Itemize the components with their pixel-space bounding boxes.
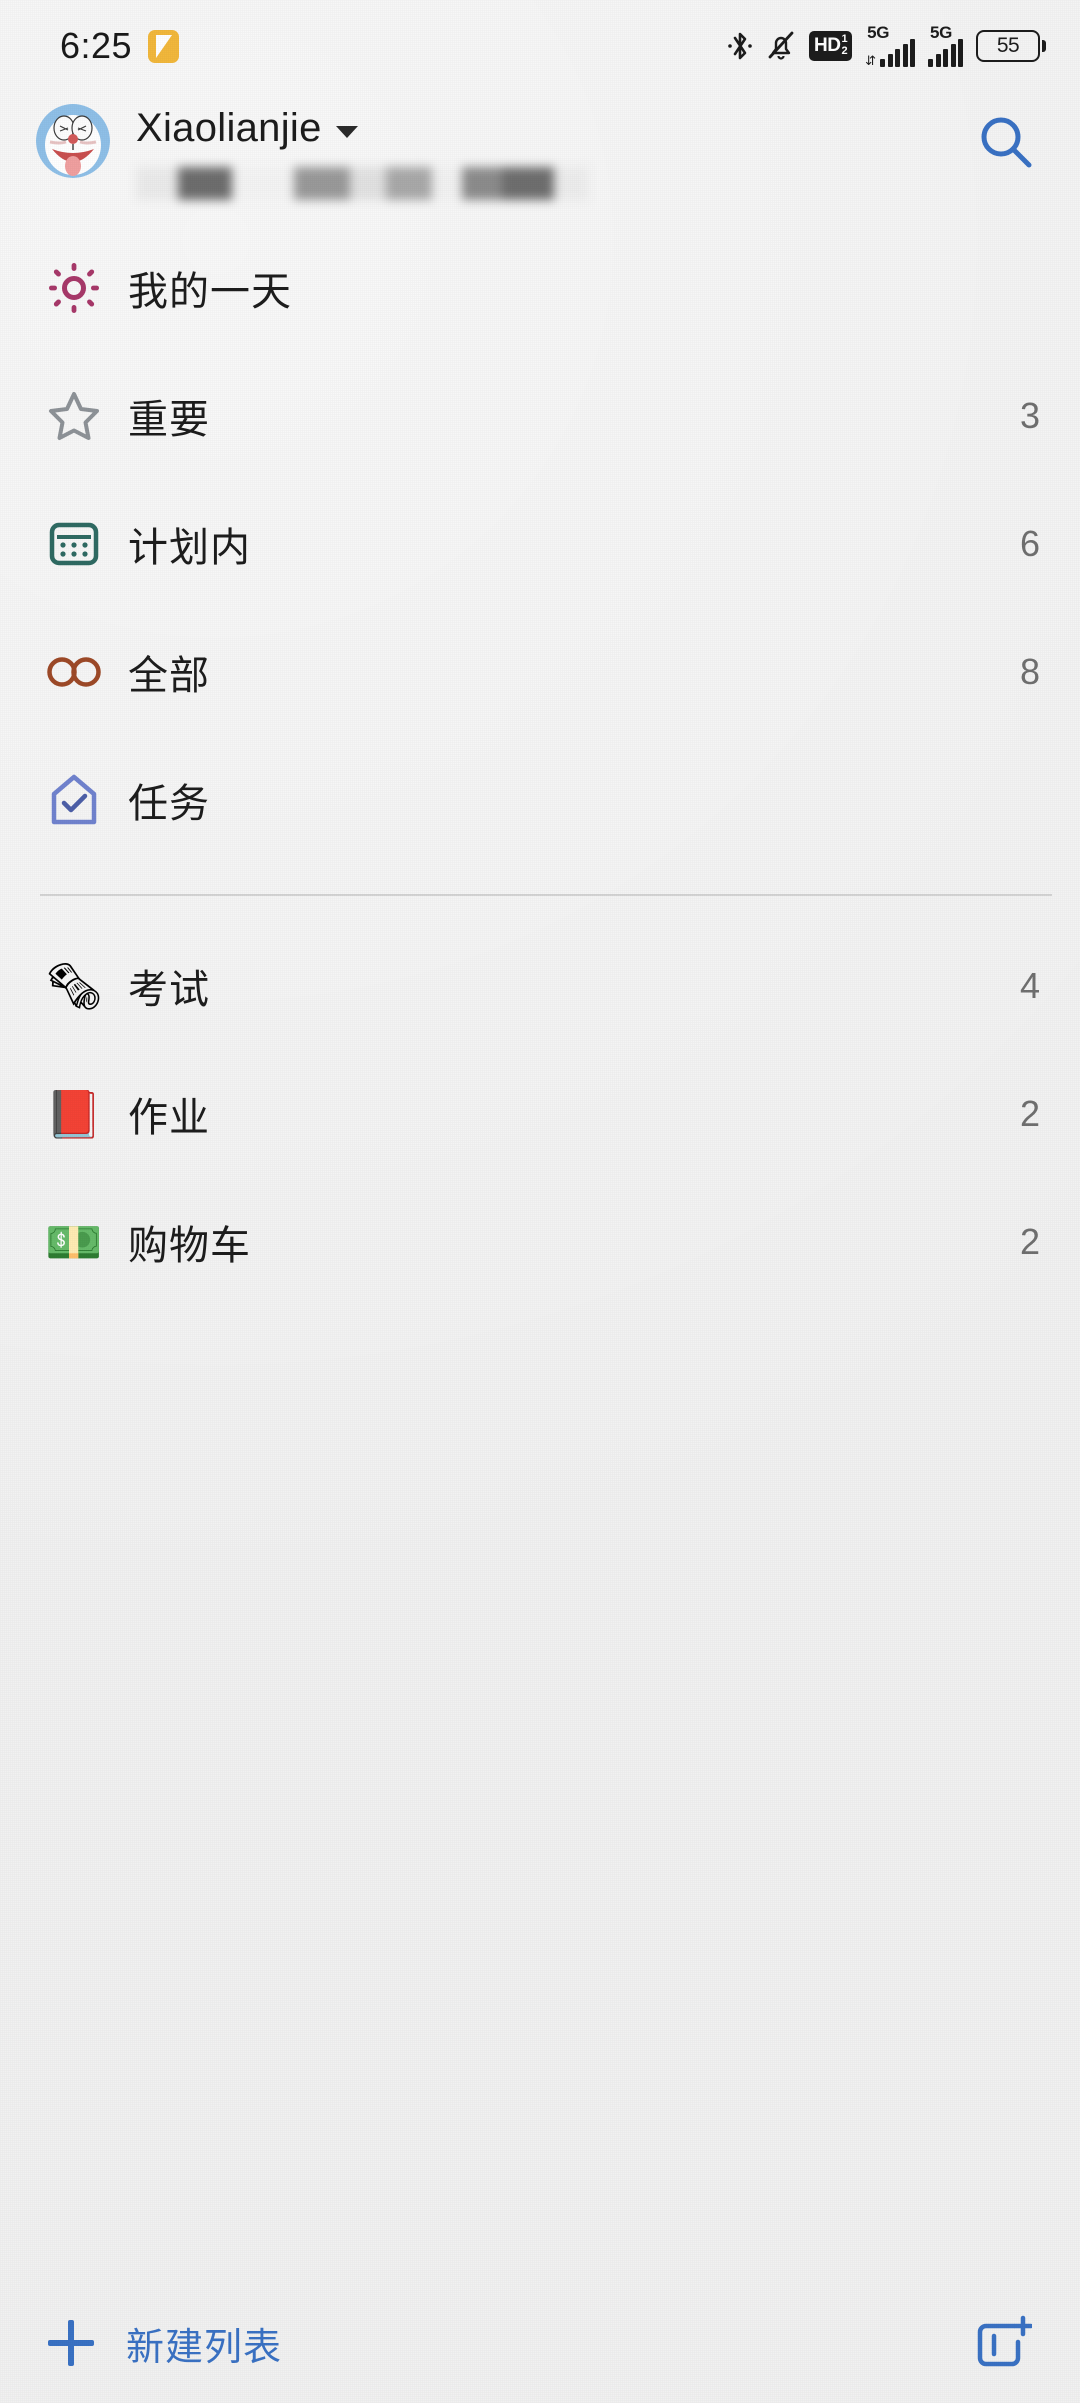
list-item-important[interactable]: 重要 3 bbox=[0, 352, 1080, 480]
avatar[interactable] bbox=[36, 104, 110, 178]
list-item-label: 重要 bbox=[128, 398, 210, 442]
list-item-all[interactable]: 全部 8 bbox=[0, 608, 1080, 736]
list-item-label: 我的一天 bbox=[128, 270, 292, 314]
infinity-icon bbox=[38, 652, 110, 692]
signal-5g-icon-1: 5G ⇵ bbox=[865, 23, 915, 68]
list-item-count: 4 bbox=[1019, 965, 1040, 1006]
status-bar: 6:25 HD 1 2 5G ⇵ 5G 55 bbox=[0, 0, 1080, 92]
banknote-emoji-icon: 💵 bbox=[45, 1216, 103, 1268]
calendar-icon bbox=[38, 518, 110, 570]
list-item-count: 2 bbox=[1019, 1093, 1040, 1134]
list-item-label: 计划内 bbox=[128, 526, 251, 570]
battery-nub bbox=[1042, 40, 1046, 52]
new-group-button[interactable] bbox=[966, 2308, 1036, 2378]
status-bar-right: HD 1 2 5G ⇵ 5G 55 bbox=[727, 23, 1046, 68]
network-label-1: 5G bbox=[867, 23, 890, 42]
data-arrows-icon: ⇵ bbox=[865, 53, 876, 68]
list-item-label: 任务 bbox=[128, 782, 210, 826]
list-item-label: 作业 bbox=[128, 1096, 210, 1140]
hd-sub: 2 bbox=[841, 45, 848, 57]
bluetooth-icon bbox=[728, 32, 752, 60]
battery-icon: 55 bbox=[976, 30, 1046, 62]
list-item-label: 考试 bbox=[128, 968, 210, 1012]
bottom-bar: 新建列表 bbox=[0, 2283, 1080, 2403]
list-container: 我的一天 重要 3 计划内 6 全部 8 任务 🗞 考试 4 📕 作业 2 💵 … bbox=[0, 210, 1080, 2283]
hd-voice-icon: HD 1 2 bbox=[809, 31, 853, 61]
status-clock: 6:25 bbox=[60, 25, 133, 66]
list-item-planned[interactable]: 计划内 6 bbox=[0, 480, 1080, 608]
account-name: Xiaolianjie bbox=[136, 106, 322, 150]
account-email-redacted bbox=[136, 167, 968, 200]
list-item-exam[interactable]: 🗞 考试 4 bbox=[0, 922, 1080, 1050]
list-item-tasks[interactable]: 任务 bbox=[0, 736, 1080, 864]
closed-book-emoji-icon: 📕 bbox=[45, 1088, 103, 1140]
plus-icon bbox=[48, 2320, 94, 2366]
list-item-label: 全部 bbox=[128, 654, 210, 698]
new-list-button[interactable]: 新建列表 bbox=[48, 2316, 966, 2371]
app-screen: 6:25 HD 1 2 5G ⇵ 5G 55 Xiaolianjie 我的一天 … bbox=[0, 0, 1080, 2403]
network-label-2: 5G bbox=[930, 23, 953, 42]
account-name-row[interactable]: Xiaolianjie bbox=[136, 106, 968, 151]
chevron-down-icon[interactable] bbox=[335, 125, 358, 138]
list-item-count: 2 bbox=[1019, 1221, 1040, 1262]
section-divider bbox=[40, 894, 1052, 896]
note-icon bbox=[148, 29, 180, 63]
battery-level: 55 bbox=[996, 34, 1020, 57]
list-item-shopping-cart[interactable]: 💵 购物车 2 bbox=[0, 1178, 1080, 1306]
signal-5g-icon-2: 5G bbox=[928, 23, 963, 67]
newspaper-emoji-icon: 🗞 bbox=[44, 960, 104, 1012]
list-item-count: 6 bbox=[1019, 523, 1040, 564]
status-bar-left: 6:25 bbox=[60, 25, 180, 67]
signal-bars-2 bbox=[928, 39, 963, 67]
list-item-homework[interactable]: 📕 作业 2 bbox=[0, 1050, 1080, 1178]
list-item-my-day[interactable]: 我的一天 bbox=[0, 224, 1080, 352]
list-item-label: 购物车 bbox=[128, 1224, 251, 1268]
battery-shell: 55 bbox=[976, 30, 1040, 62]
search-icon bbox=[981, 117, 1032, 168]
doraemon-avatar-icon bbox=[36, 104, 110, 178]
star-icon bbox=[38, 388, 110, 444]
new-group-icon bbox=[977, 2315, 1032, 2367]
account-header: Xiaolianjie bbox=[0, 92, 1080, 210]
account-info: Xiaolianjie bbox=[136, 100, 968, 200]
search-button[interactable] bbox=[968, 104, 1046, 182]
hd-stack: 1 2 bbox=[841, 34, 847, 57]
hd-label: HD bbox=[814, 35, 841, 56]
mute-bell-icon bbox=[768, 31, 794, 60]
signal-bars-1 bbox=[880, 39, 915, 67]
new-list-label: 新建列表 bbox=[126, 2326, 283, 2369]
sun-icon bbox=[38, 261, 110, 315]
list-item-count: 8 bbox=[1019, 651, 1040, 692]
house-check-icon bbox=[38, 772, 110, 828]
list-item-count: 3 bbox=[1019, 395, 1040, 436]
